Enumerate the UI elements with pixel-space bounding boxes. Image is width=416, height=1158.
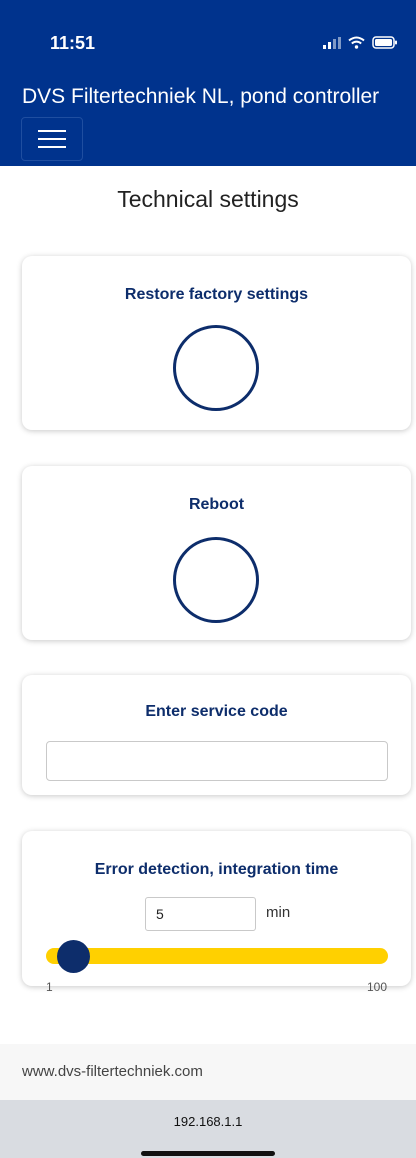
app-header: 11:51 DVS Filtertechniek NL, pond contro…: [0, 0, 416, 166]
hamburger-menu-icon: [38, 130, 66, 132]
page-title: Technical settings: [117, 186, 299, 212]
hamburger-menu-icon-line: [38, 138, 66, 140]
battery-icon: [372, 36, 397, 49]
restore-factory-button[interactable]: [173, 325, 259, 411]
integration-time-slider-track[interactable]: [46, 948, 388, 964]
integration-time-input[interactable]: 5: [145, 897, 256, 931]
corner-line: [0, 40, 36, 42]
slider-min-label: 1: [46, 980, 53, 994]
status-time: 11:51: [50, 33, 96, 53]
wifi-icon: [348, 36, 365, 49]
service-code-input[interactable]: [46, 741, 388, 781]
home-indicator[interactable]: [141, 1151, 275, 1156]
service-code-card: Enter service code: [22, 675, 411, 795]
page-footer: www.dvs-filtertechniek.com: [0, 1044, 416, 1100]
error-detection-title: Error detection, integration time: [94, 861, 339, 878]
reboot-card: Reboot: [22, 466, 411, 640]
signal-icon: [323, 36, 341, 49]
status-icons: [323, 36, 398, 49]
browser-address-bar: 192.168.1.1: [0, 1100, 416, 1158]
browser-url[interactable]: 192.168.1.1: [0, 1114, 416, 1129]
slider-max-label: 100: [366, 980, 387, 994]
restore-factory-card: Restore factory settings: [22, 256, 411, 430]
restore-factory-title: Restore factory settings: [124, 286, 309, 303]
hamburger-menu-icon-line: [38, 146, 66, 148]
footer-website-link[interactable]: www.dvs-filtertechniek.com: [22, 1063, 203, 1080]
integration-time-unit: min: [266, 904, 291, 921]
reboot-title: Reboot: [188, 496, 245, 513]
hamburger-menu-button[interactable]: [21, 117, 83, 161]
integration-time-slider-handle[interactable]: [57, 940, 90, 973]
service-code-title: Enter service code: [145, 703, 288, 720]
error-detection-card: Error detection, integration time 5 min …: [22, 831, 411, 994]
reboot-button[interactable]: [173, 537, 259, 623]
app-title: DVS Filtertechniek NL, pond controller: [22, 85, 380, 108]
